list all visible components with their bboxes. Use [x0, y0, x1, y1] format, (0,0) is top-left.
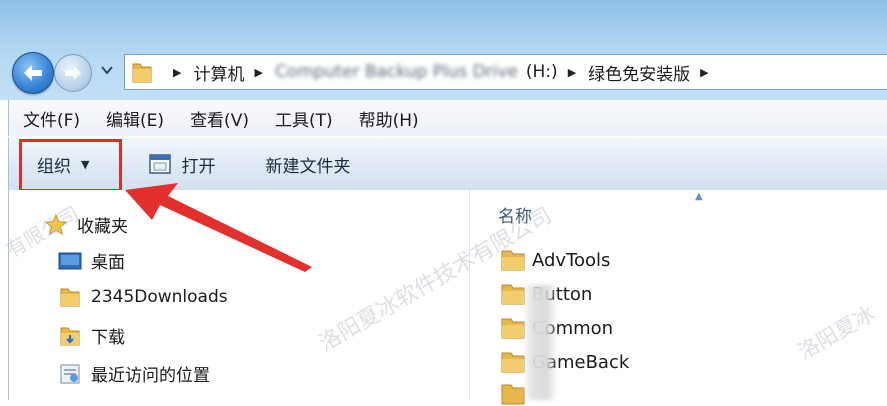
folder-icon [57, 286, 83, 308]
folder-icon [132, 63, 152, 83]
forward-button[interactable] [54, 54, 92, 92]
breadcrumb-separator-icon[interactable]: ▶ [254, 66, 262, 79]
nav-downloads[interactable]: 下载 [57, 323, 125, 348]
chevron-down-icon [101, 66, 113, 74]
address-bar[interactable]: ▶ 计算机 ▶ Computer Backup Plus Drive (H:) … [124, 54, 887, 90]
breadcrumb-current-folder[interactable]: 绿色免安装版 ▶ [588, 60, 720, 85]
file-item-gameback[interactable]: GameBack [500, 350, 629, 374]
explorer-content: 收藏夹 桌面 2345Downloads 下载 最近访问的位置 ▲ 名称 Adv… [8, 190, 887, 405]
downloads-folder-icon [57, 325, 83, 347]
window-titlebar: ▶ 计算机 ▶ Computer Backup Plus Drive (H:) … [0, 0, 887, 100]
breadcrumb-computer[interactable]: 计算机 ▶ [193, 60, 274, 85]
back-arrow-icon [24, 65, 42, 81]
nav-2345downloads[interactable]: 2345Downloads [57, 286, 228, 308]
menu-view[interactable]: 查看(V) [176, 106, 261, 131]
menu-help[interactable]: 帮助(H) [345, 106, 431, 131]
breadcrumb-root-arrow[interactable]: ▶ [163, 66, 193, 79]
recent-pages-dropdown[interactable] [100, 63, 114, 77]
menu-edit[interactable]: 编辑(E) [92, 106, 176, 131]
open-app-icon [149, 154, 172, 174]
command-bar: 组织 ▼ 打开 新建文件夹 [8, 137, 887, 190]
recent-places-icon [57, 363, 83, 385]
file-item-advtools[interactable]: AdvTools [500, 248, 610, 272]
breadcrumb-separator-icon[interactable]: ▶ [700, 66, 708, 79]
new-folder-button[interactable]: 新建文件夹 [265, 152, 350, 177]
nav-desktop[interactable]: 桌面 [57, 248, 125, 273]
back-button[interactable] [12, 52, 54, 94]
open-button[interactable]: 打开 [149, 152, 215, 177]
new-folder-label: 新建文件夹 [265, 156, 351, 177]
breadcrumb-separator-icon[interactable]: ▶ [568, 66, 576, 79]
desktop-icon [57, 250, 83, 272]
annotation-highlight-box [19, 139, 122, 192]
breadcrumb-drive[interactable]: Computer Backup Plus Drive (H:) ▶ [275, 62, 588, 82]
redaction-smudge [523, 285, 557, 400]
nav-recent-places[interactable]: 最近访问的位置 [57, 361, 210, 386]
menu-bar: 文件(F) 编辑(E) 查看(V) 工具(T) 帮助(H) [8, 100, 887, 136]
forward-arrow-icon [65, 66, 81, 80]
menu-file[interactable]: 文件(F) [9, 106, 92, 131]
sort-ascending-icon: ▲ [695, 191, 703, 202]
menu-tools[interactable]: 工具(T) [261, 106, 345, 131]
open-label: 打开 [181, 156, 216, 177]
